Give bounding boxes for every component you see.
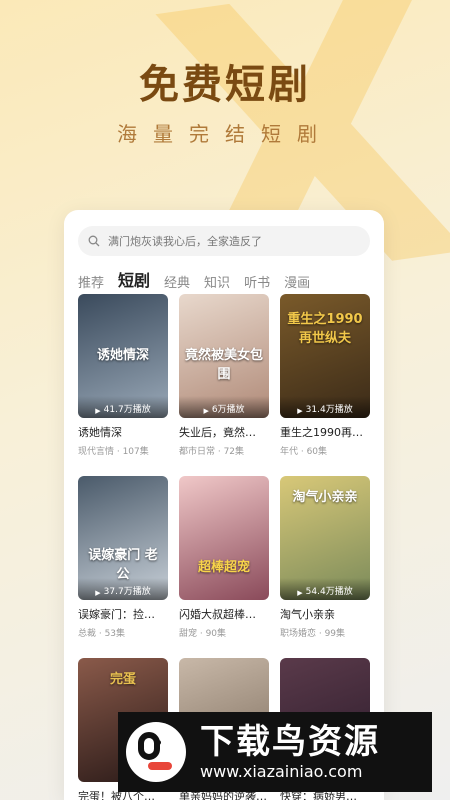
- cover-title: 完蛋: [109, 672, 136, 687]
- drama-cover: 超棒超宠: [179, 476, 269, 600]
- play-icon: ▶: [297, 407, 303, 415]
- watermark-banner: 下载鸟资源 www.xiazainiao.com: [118, 712, 432, 792]
- watermark-url: www.xiazainiao.com: [200, 762, 363, 781]
- drama-cover: 误嫁豪门 老公 ▶ 37.7万播放: [78, 476, 168, 600]
- drama-title: 重生之1990再…: [280, 426, 363, 439]
- drama-title: 误嫁豪门：捡…: [78, 608, 155, 621]
- category-tabs: 推荐 短剧 经典 知识 听书 漫画: [78, 267, 324, 291]
- drama-card[interactable]: 诱她情深 ▶ 41.7万播放 诱她情深 现代言情 · 107集: [78, 294, 168, 457]
- tab-short-drama[interactable]: 短剧: [118, 267, 150, 291]
- bird-logo-icon: [126, 722, 186, 782]
- play-icon: ▶: [297, 589, 303, 597]
- search-bar[interactable]: 满门炮灰读我心后，全家造反了: [78, 226, 370, 256]
- drama-cover: 淘气小亲亲 ▶ 54.4万播放: [280, 476, 370, 600]
- play-count: ▶ 41.7万播放: [78, 396, 168, 418]
- play-count: ▶ 37.7万播放: [78, 578, 168, 600]
- tab-audiobook[interactable]: 听书: [244, 272, 270, 291]
- drama-title: 闪婚大叔超棒…: [179, 608, 256, 621]
- play-icon: ▶: [95, 407, 101, 415]
- play-count: ▶ 31.4万播放: [280, 396, 370, 418]
- drama-meta: 甜宠 · 90集: [179, 629, 227, 639]
- cover-title: 竟然被美女包围: [185, 348, 264, 382]
- watermark-name: 下载鸟资源: [200, 722, 380, 762]
- play-icon: ▶: [203, 407, 209, 415]
- play-count: ▶ 6万播放: [179, 396, 269, 418]
- cover-title: 超棒超宠: [197, 560, 250, 575]
- tab-knowledge[interactable]: 知识: [204, 272, 230, 291]
- drama-title: 淘气小亲亲: [280, 608, 335, 621]
- drama-meta: 年代 · 60集: [280, 447, 328, 457]
- drama-meta: 总裁 · 53集: [78, 629, 126, 639]
- search-placeholder: 满门炮灰读我心后，全家造反了: [108, 235, 262, 248]
- tab-classic[interactable]: 经典: [164, 272, 190, 291]
- drama-meta: 现代言情 · 107集: [78, 447, 149, 457]
- play-icon: ▶: [95, 589, 101, 597]
- drama-card[interactable]: 竟然被美女包围 ▶ 6万播放 失业后，竟然… 都市日常 · 72集: [179, 294, 269, 457]
- watermark-text: 下载鸟资源 www.xiazainiao.com: [200, 722, 380, 782]
- drama-meta: 都市日常 · 72集: [179, 447, 245, 457]
- drama-cover: 诱她情深 ▶ 41.7万播放: [78, 294, 168, 418]
- hero-subtitle: 海量完结短剧: [117, 122, 333, 146]
- drama-title: 失业后，竟然…: [179, 426, 256, 439]
- drama-card[interactable]: 超棒超宠 闪婚大叔超棒… 甜宠 · 90集: [179, 476, 269, 639]
- drama-cover: 竟然被美女包围 ▶ 6万播放: [179, 294, 269, 418]
- search-icon: [88, 235, 100, 247]
- drama-meta: 职场婚恋 · 99集: [280, 629, 346, 639]
- drama-title: 诱她情深: [78, 426, 122, 439]
- tab-recommend[interactable]: 推荐: [78, 272, 104, 291]
- drama-cover: 重生之1990再世纵夫 ▶ 31.4万播放: [280, 294, 370, 418]
- hero-title: 免费短剧: [139, 62, 311, 108]
- drama-card[interactable]: 淘气小亲亲 ▶ 54.4万播放 淘气小亲亲 职场婚恋 · 99集: [280, 476, 370, 639]
- tab-comics[interactable]: 漫画: [284, 272, 310, 291]
- cover-title: 淘气小亲亲: [292, 490, 358, 505]
- drama-card[interactable]: 误嫁豪门 老公 ▶ 37.7万播放 误嫁豪门：捡… 总裁 · 53集: [78, 476, 168, 639]
- drama-card[interactable]: 重生之1990再世纵夫 ▶ 31.4万播放 重生之1990再… 年代 · 60集: [280, 294, 370, 457]
- cover-title: 诱她情深: [96, 348, 149, 363]
- cover-title: 重生之1990再世纵夫: [287, 312, 363, 346]
- play-count: ▶ 54.4万播放: [280, 578, 370, 600]
- cover-title: 误嫁豪门 老公: [88, 548, 158, 582]
